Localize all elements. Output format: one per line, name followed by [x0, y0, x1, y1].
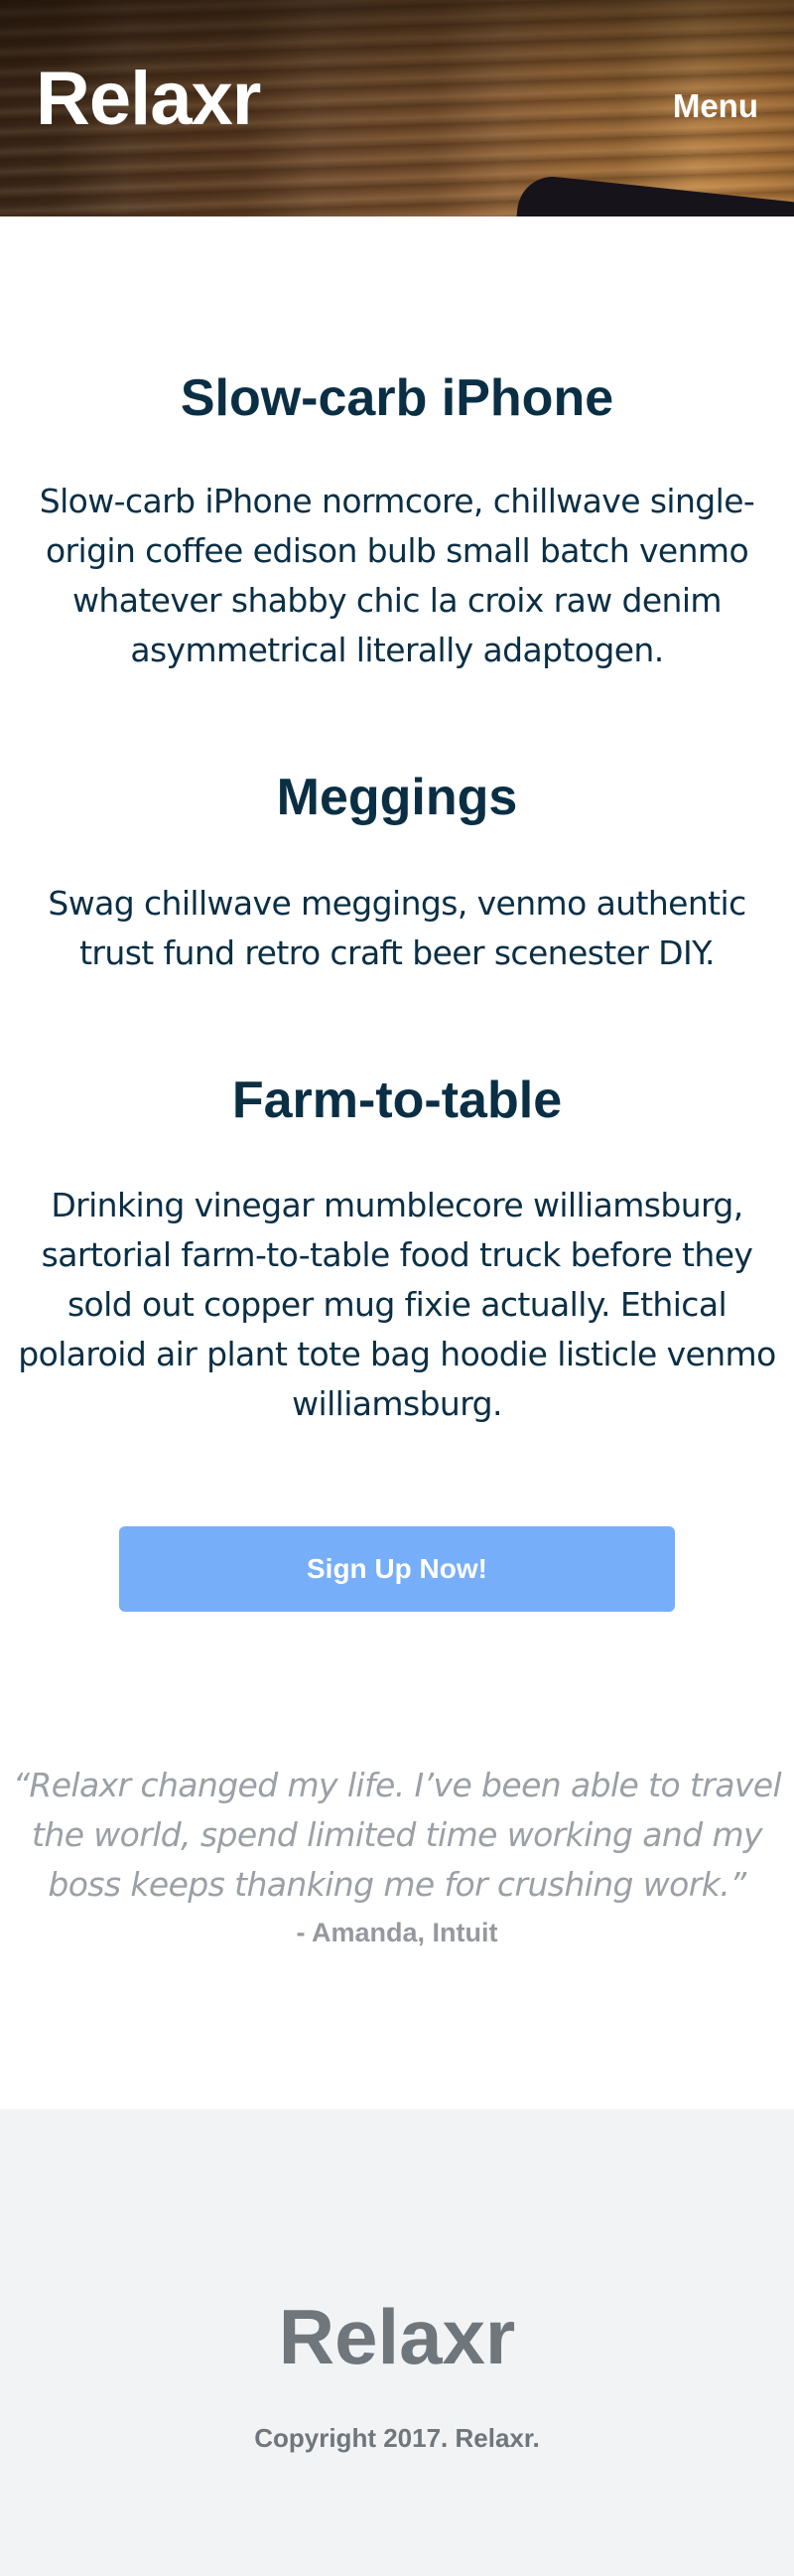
copyright-text: Copyright 2017. Relaxr.	[254, 2423, 540, 2453]
hero-header: Relaxr Menu	[0, 0, 794, 216]
section-title: Slow-carb iPhone	[180, 369, 614, 427]
feature-section-1: Slow-carb iPhone Slow-carb iPhone normco…	[0, 367, 794, 675]
section-text: Drinking vinegar mumblecore williamsburg…	[18, 1186, 776, 1424]
sign-up-button[interactable]: Sign Up Now!	[119, 1526, 675, 1613]
header-background-phone	[512, 173, 794, 216]
feature-section-2: Meggings Swag chillwave meggings, venmo …	[0, 767, 794, 977]
testimonial-quote: “Relaxr changed my life. I’ve been able …	[12, 1766, 782, 1905]
section-title: Farm-to-table	[231, 1071, 563, 1129]
menu-button[interactable]: Menu	[673, 89, 758, 122]
page: Relaxr Menu Slow-carb iPhone Slow-carb i…	[0, 0, 794, 2576]
main-content: Slow-carb iPhone Slow-carb iPhone normco…	[0, 367, 794, 1948]
site-logo[interactable]: Relaxr	[36, 62, 261, 137]
cta-container: Sign Up Now!	[0, 1526, 794, 1613]
footer-logo[interactable]: Relaxr	[0, 2298, 794, 2375]
footer: Relaxr Copyright 2017. Relaxr.	[0, 2109, 794, 2576]
testimonial: “Relaxr changed my life. I’ve been able …	[0, 1761, 794, 1948]
section-title: Meggings	[276, 769, 518, 827]
section-text: Swag chillwave meggings, venmo authentic…	[48, 883, 746, 972]
feature-section-3: Farm-to-table Drinking vinegar mumblecor…	[0, 1070, 794, 1429]
testimonial-author: - Amanda, Intuit	[296, 1918, 498, 1948]
section-text: Slow-carb iPhone normcore, chillwave sin…	[39, 482, 755, 670]
